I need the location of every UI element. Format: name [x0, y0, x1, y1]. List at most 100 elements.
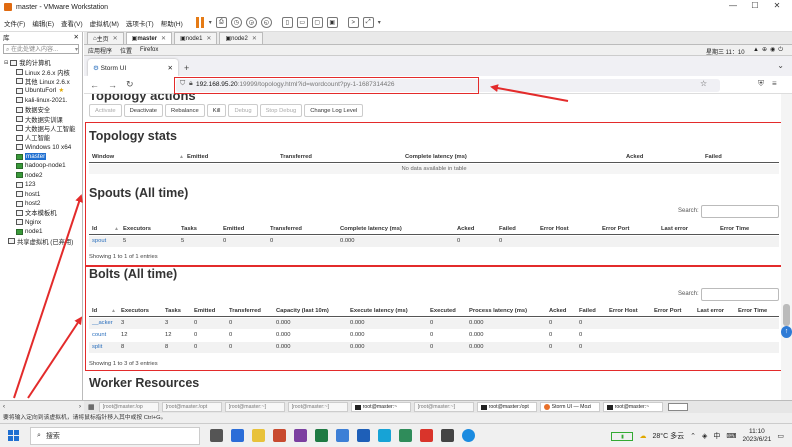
app-icon[interactable] — [336, 429, 349, 442]
notification-icon[interactable]: ▭ — [777, 432, 784, 440]
taskbar-clock[interactable]: 11:10 2023/6/21 — [742, 428, 771, 444]
new-tab-button[interactable]: + — [184, 59, 189, 76]
collapse-icon[interactable]: ⊟ — [4, 60, 8, 66]
guest-task-item[interactable]: [root@master:/opt — [161, 402, 222, 412]
maximize-button[interactable]: ☐ — [744, 1, 766, 10]
menu-help[interactable]: 帮助(H) — [161, 18, 183, 28]
guest-menu-applications[interactable]: 应用程序 — [88, 46, 112, 55]
guest-task-item[interactable]: root@master:~ — [602, 402, 663, 412]
unity-icon[interactable]: ▣ — [326, 17, 338, 28]
menu-vm[interactable]: 虚拟机(M) — [90, 18, 119, 28]
browser-menu-icons[interactable]: ⛨≡ — [758, 79, 785, 89]
revert-snapshot-icon[interactable]: ◶ — [245, 17, 257, 28]
excel-icon[interactable] — [315, 429, 328, 442]
taskbar-search-input[interactable]: ⌕ 搜索 — [30, 426, 200, 445]
tree-item[interactable]: 123 — [4, 180, 82, 189]
tab-master[interactable]: ▣ master ✕ — [125, 32, 173, 44]
guest-menu-places[interactable]: 位置 — [120, 46, 132, 55]
scroll-up-icon[interactable]: ↑ — [781, 326, 792, 338]
minimize-button[interactable]: — — [722, 1, 744, 10]
tray-chevron-icon[interactable]: ⌃ — [690, 432, 696, 440]
guest-task-item[interactable]: [root@master:~] — [413, 402, 474, 412]
tree-item[interactable]: 文本模板机 — [4, 208, 82, 217]
tree-item-shared[interactable]: 共享虚拟机 (已弃用) — [4, 236, 82, 246]
tree-item[interactable]: host2 — [4, 199, 82, 208]
close-window-button[interactable]: ✕ — [766, 1, 788, 10]
deactivate-button[interactable]: Deactivate — [123, 104, 164, 117]
full-screen-icon[interactable]: ▢ — [311, 17, 323, 28]
weather-icon[interactable]: ☁ — [639, 432, 646, 440]
tree-item[interactable]: kali-linux-2021. — [4, 96, 82, 105]
debug-button[interactable]: Debug — [228, 104, 258, 117]
console-view-icon[interactable]: > — [347, 17, 359, 28]
show-desktop-icon[interactable]: ▦ — [88, 403, 95, 411]
forward-icon[interactable]: → — [108, 80, 117, 90]
onenote-icon[interactable] — [294, 429, 307, 442]
scrollbar-thumb[interactable] — [783, 304, 790, 326]
task-view-icon[interactable] — [210, 429, 223, 442]
page-scrollbar[interactable]: ↑ — [781, 94, 792, 400]
activate-button[interactable]: Activate — [89, 104, 122, 117]
pause-vm-icon[interactable] — [196, 17, 205, 28]
rebalance-button[interactable]: Rebalance — [165, 104, 205, 117]
browser-tab-storm-ui[interactable]: ⚙ Storm UI ✕ — [88, 59, 178, 76]
snapshot-icon[interactable]: ◷ — [230, 17, 242, 28]
chevron-down-icon[interactable]: ▾ — [75, 46, 78, 53]
bookmark-star-icon[interactable]: ☆ — [700, 79, 707, 88]
close-icon[interactable]: ✕ — [252, 35, 257, 42]
scroll-left-icon[interactable]: ‹ — [3, 404, 5, 410]
tree-item[interactable]: 人工智能 — [4, 133, 82, 142]
stretch-guest-icon[interactable]: ⤢ — [362, 17, 374, 28]
word-icon[interactable] — [357, 429, 370, 442]
tree-item[interactable]: UbuntuForI ★ — [4, 86, 82, 95]
guest-menu-firefox[interactable]: Firefox — [140, 47, 158, 53]
input-method[interactable]: 中 — [713, 431, 720, 441]
snapshot-manager-icon[interactable]: ◵ — [260, 17, 272, 28]
show-library-icon[interactable]: ▯ — [281, 17, 293, 28]
library-scroll-bar[interactable]: ‹ › — [0, 400, 84, 413]
vmware-icon[interactable] — [441, 429, 454, 442]
tree-item[interactable]: node2 — [4, 171, 82, 180]
guest-task-item[interactable]: [root@master:~] — [224, 402, 285, 412]
edge-icon[interactable] — [462, 429, 475, 442]
tree-item[interactable]: Windows 10 x64 — [4, 143, 82, 152]
app-icon[interactable] — [420, 429, 433, 442]
guest-task-item[interactable]: [root@master:~] — [287, 402, 348, 412]
scroll-right-icon[interactable]: › — [79, 404, 81, 410]
send-ctrl-alt-del-icon[interactable]: ⎙ — [215, 17, 227, 28]
file-explorer-icon[interactable] — [252, 429, 265, 442]
reload-icon[interactable]: ↻ — [126, 79, 134, 90]
change-log-level-button[interactable]: Change Log Level — [304, 104, 364, 117]
view-dropdown-icon[interactable]: ▾ — [378, 19, 381, 26]
pause-dropdown-icon[interactable]: ▾ — [209, 19, 212, 26]
tab-node1[interactable]: ▣ node1 ✕ — [174, 32, 218, 44]
close-icon[interactable]: ✕ — [206, 35, 211, 42]
ime-icon[interactable]: ⌨ — [726, 432, 736, 440]
tree-item[interactable]: node1 — [4, 227, 82, 236]
guest-task-item[interactable]: root@master:/opt — [476, 402, 537, 412]
close-icon[interactable]: ✕ — [161, 35, 166, 42]
tab-home[interactable]: ⌂ 主页 ✕ — [87, 32, 124, 44]
library-close-icon[interactable]: ✕ — [74, 33, 79, 41]
tree-item[interactable]: 其他 Linux 2.6.x — [4, 77, 82, 86]
tree-item[interactable]: 大数据与人工智能 — [4, 124, 82, 133]
tree-item[interactable]: host1 — [4, 189, 82, 198]
workspace-switcher[interactable] — [667, 403, 688, 411]
windows-start-icon[interactable] — [8, 429, 20, 442]
menu-edit[interactable]: 编辑(E) — [32, 18, 54, 28]
tab-node2[interactable]: ▣ node2 ✕ — [219, 32, 263, 44]
tree-item[interactable]: Nginx — [4, 218, 82, 227]
tree-item-master[interactable]: master — [4, 152, 82, 161]
tree-item[interactable]: 数据安全 — [4, 105, 82, 114]
close-icon[interactable]: ✕ — [113, 35, 118, 42]
kill-button[interactable]: Kill — [206, 104, 227, 117]
thumbnail-bar-icon[interactable]: ▭ — [296, 17, 308, 28]
tree-item-my-computer[interactable]: ⊟ 我的计算机 — [4, 58, 82, 67]
stop-debug-button[interactable]: Stop Debug — [259, 104, 303, 117]
battery-icon[interactable]: ▮ — [611, 431, 634, 441]
back-icon[interactable]: ← — [90, 80, 99, 90]
list-all-tabs-icon[interactable]: ⌄ — [777, 61, 784, 70]
app-icon[interactable] — [231, 429, 244, 442]
guest-task-item[interactable]: [root@master:/op — [98, 402, 159, 412]
menu-tabs[interactable]: 选项卡(T) — [126, 18, 154, 28]
